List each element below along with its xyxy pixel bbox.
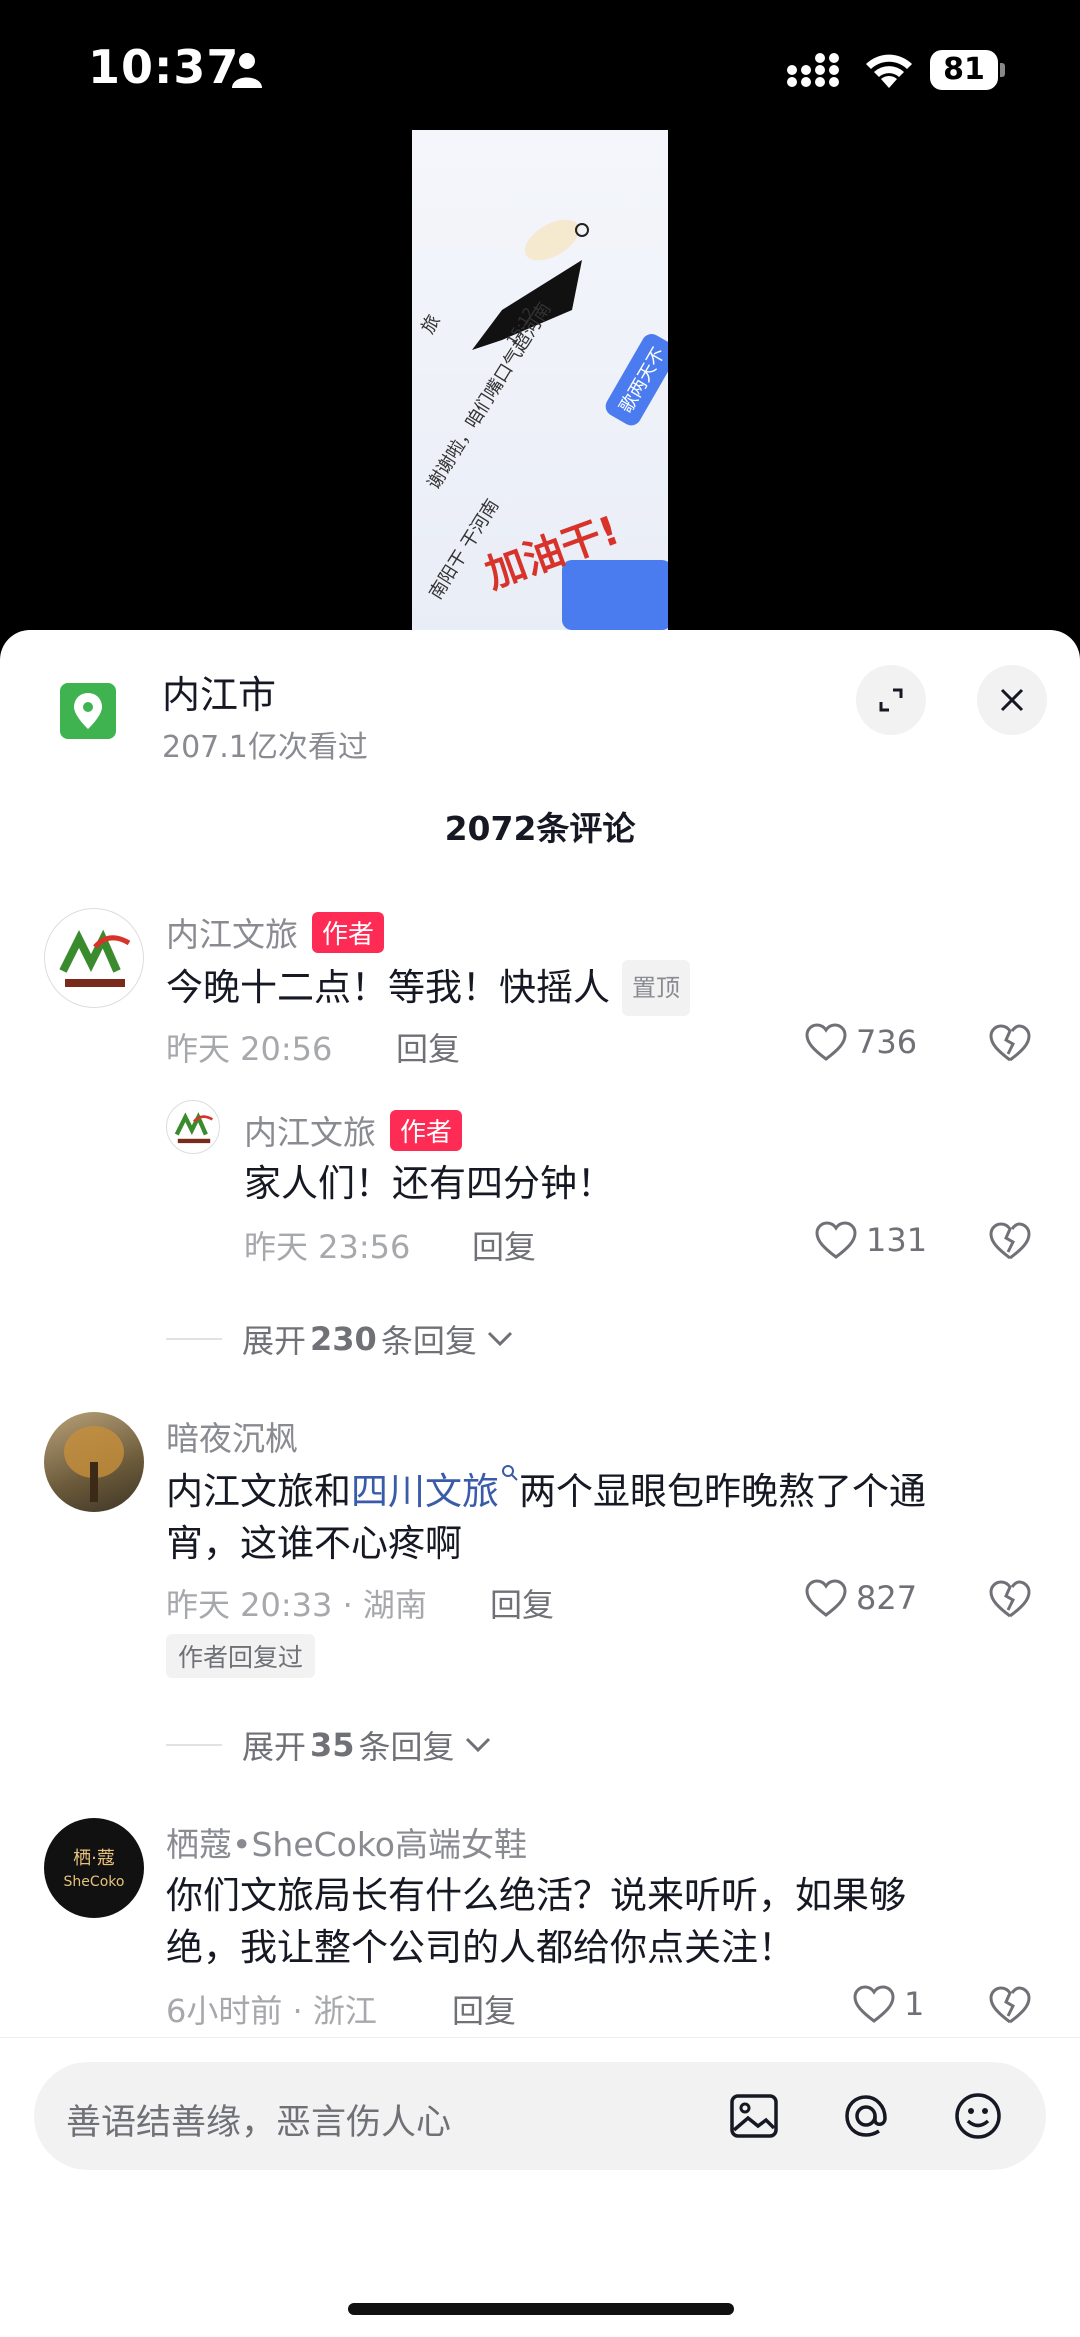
wifi-icon bbox=[866, 54, 912, 88]
pinned-tag: 置顶 bbox=[622, 960, 690, 1016]
reply-button[interactable]: 回复 bbox=[452, 1986, 516, 2032]
video-preview[interactable]: 15:12 旅 谢谢啦，咱们嘴口气超河南 南阳干 干河南 歌两天不 加油干! bbox=[412, 130, 668, 630]
like-count: 131 bbox=[866, 1221, 928, 1259]
tree-photo-icon bbox=[64, 1426, 124, 1502]
like-count: 736 bbox=[856, 1023, 918, 1061]
battery-indicator: 81 bbox=[930, 50, 1006, 90]
chevron-down-icon bbox=[465, 1737, 490, 1753]
avatar[interactable]: 栖·蔻 SheCoko bbox=[44, 1818, 144, 1918]
close-button[interactable] bbox=[977, 665, 1047, 735]
status-bar: 10:37 81 bbox=[0, 0, 1080, 140]
heart-icon bbox=[853, 1985, 895, 2023]
expand-icon bbox=[879, 688, 903, 712]
heart-icon bbox=[805, 1023, 847, 1061]
dislike-icon[interactable] bbox=[988, 1022, 1032, 1064]
person-icon bbox=[232, 53, 262, 88]
like-count: 827 bbox=[856, 1579, 918, 1617]
neijiang-logo-icon bbox=[59, 929, 131, 987]
status-time: 10:37 bbox=[88, 40, 240, 94]
avatar[interactable] bbox=[166, 1100, 220, 1154]
comment-sheet: 内江市 207.1亿次看过 2072条评论 内江文旅 作者 今晚十二点！等我！快摇… bbox=[0, 630, 1080, 2337]
like-button[interactable]: 1 bbox=[852, 1984, 924, 2024]
avatar[interactable] bbox=[44, 908, 144, 1008]
comment-text: 内江文旅和四川文旅 两个显眼包昨晚熬了个通 宵，这谁不心疼啊 bbox=[166, 1464, 1046, 1570]
comment-time: 昨天 23:56 bbox=[244, 1228, 411, 1266]
video-text-name: 旅 bbox=[417, 311, 445, 338]
comment-input-placeholder: 善语结善缘，恶言伤人心 bbox=[66, 2103, 452, 2143]
comment-text: 家人们！还有四分钟！ bbox=[244, 1162, 614, 1205]
topic-link[interactable]: 四川文旅 bbox=[351, 1470, 499, 1513]
expand-button[interactable] bbox=[856, 665, 926, 735]
like-button[interactable]: 131 bbox=[814, 1220, 927, 1260]
reply-button[interactable]: 回复 bbox=[472, 1222, 536, 1268]
comment-author[interactable]: 栖蔻•SheCoko高端女鞋 bbox=[166, 1818, 527, 1866]
avatar-brand-en: SheCoko bbox=[63, 1874, 125, 1890]
location-icon bbox=[60, 683, 116, 739]
mention-icon[interactable] bbox=[840, 2090, 892, 2142]
author-tag: 作者 bbox=[312, 912, 385, 953]
chevron-down-icon bbox=[487, 1331, 512, 1347]
comment-author[interactable]: 内江文旅 作者 bbox=[244, 1106, 463, 1154]
comment-input[interactable]: 善语结善缘，恶言伤人心 bbox=[34, 2062, 1046, 2170]
neijiang-logo-icon bbox=[174, 1112, 214, 1144]
comment-time: 6小时前 · 浙江 bbox=[166, 1992, 377, 2030]
image-icon[interactable] bbox=[728, 2090, 780, 2142]
comment-text: 今晚十二点！等我！快摇人 置顶 bbox=[166, 960, 690, 1016]
home-indicator[interactable] bbox=[348, 2303, 734, 2315]
like-count: 1 bbox=[904, 1985, 925, 2023]
expand-replies-button[interactable]: 展开 35 条回复 bbox=[166, 1722, 493, 1768]
comment-time: 昨天 20:33 · 湖南 bbox=[166, 1586, 427, 1624]
like-button[interactable]: 736 bbox=[804, 1022, 917, 1062]
avatar-brand-cn: 栖·蔻 bbox=[73, 1848, 115, 1869]
heart-icon bbox=[805, 1579, 847, 1617]
video-chat-bubble: 歌两天不 bbox=[602, 330, 668, 429]
reply-button[interactable]: 回复 bbox=[396, 1024, 460, 1070]
heart-icon bbox=[815, 1221, 857, 1259]
comment-time: 昨天 20:56 bbox=[166, 1030, 333, 1068]
comment-count: 2072条评论 bbox=[444, 809, 636, 848]
close-icon bbox=[1000, 688, 1024, 712]
location-views: 207.1亿次看过 bbox=[162, 730, 368, 765]
expand-replies-button[interactable]: 展开 230 条回复 bbox=[166, 1316, 515, 1362]
comment-text: 你们文旅局长有什么绝活？说来听听，如果够 绝，我让整个公司的人都给你点关注！ bbox=[166, 1874, 906, 1969]
comment-author[interactable]: 内江文旅 作者 bbox=[166, 908, 385, 956]
avatar[interactable] bbox=[44, 1412, 144, 1512]
comment-author[interactable]: 暗夜沉枫 bbox=[166, 1412, 298, 1460]
signal-icon bbox=[787, 53, 839, 87]
search-icon bbox=[502, 1465, 518, 1481]
location-title[interactable]: 内江市 bbox=[162, 664, 276, 719]
dislike-icon[interactable] bbox=[988, 1984, 1032, 2026]
emoji-icon[interactable] bbox=[952, 2090, 1004, 2142]
dislike-icon[interactable] bbox=[988, 1220, 1032, 1262]
author-tag: 作者 bbox=[390, 1110, 463, 1151]
comment-input-bar: 善语结善缘，恶言伤人心 bbox=[0, 2037, 1080, 2337]
author-replied-badge: 作者回复过 bbox=[166, 1634, 316, 1678]
reply-button[interactable]: 回复 bbox=[490, 1580, 554, 1626]
battery-level: 81 bbox=[943, 52, 985, 87]
dislike-icon[interactable] bbox=[988, 1578, 1032, 1620]
like-button[interactable]: 827 bbox=[804, 1578, 917, 1618]
video-blue-panel bbox=[562, 560, 668, 630]
